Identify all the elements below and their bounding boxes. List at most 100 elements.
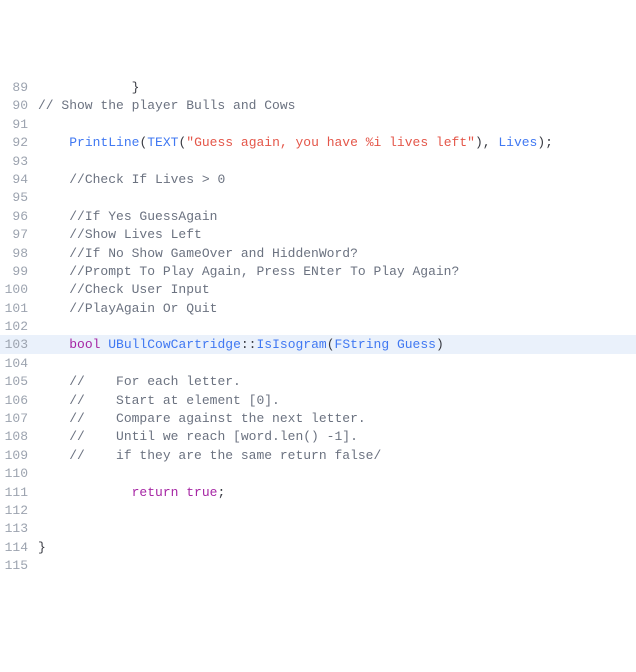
line-number: 111: [0, 483, 38, 503]
line-number: 105: [0, 372, 38, 392]
code-content[interactable]: bool UBullCowCartridge::IsIsogram(FStrin…: [38, 335, 636, 355]
code-content[interactable]: return true;: [38, 483, 636, 503]
token: );: [537, 135, 553, 150]
code-content[interactable]: // Until we reach [word.len() -1].: [38, 427, 636, 447]
line-number: 101: [0, 299, 38, 319]
line-number: 97: [0, 225, 38, 245]
token: ::: [241, 337, 257, 352]
token: //Check If Lives > 0: [69, 172, 225, 187]
code-content[interactable]: //Check If Lives > 0: [38, 170, 636, 190]
token: ;: [217, 485, 225, 500]
line-number: 99: [0, 262, 38, 282]
code-line[interactable]: 104: [0, 354, 636, 372]
code-content[interactable]: PrintLine(TEXT("Guess again, you have %i…: [38, 133, 636, 153]
line-number: 95: [0, 188, 38, 208]
code-line[interactable]: 95: [0, 188, 636, 206]
code-line[interactable]: 101 //PlayAgain Or Quit: [0, 299, 636, 317]
code-line[interactable]: 108 // Until we reach [word.len() -1].: [0, 427, 636, 445]
token: ): [436, 337, 444, 352]
code-line[interactable]: 105 // For each letter.: [0, 372, 636, 390]
token: (: [327, 337, 335, 352]
code-line[interactable]: 93: [0, 152, 636, 170]
line-number: 114: [0, 538, 38, 558]
code-line[interactable]: 97 //Show Lives Left: [0, 225, 636, 243]
code-content[interactable]: // if they are the same return false/: [38, 446, 636, 466]
code-line[interactable]: 92 PrintLine(TEXT("Guess again, you have…: [0, 133, 636, 151]
token: }: [132, 80, 140, 95]
line-number: 94: [0, 170, 38, 190]
token: // Until we reach [word.len() -1].: [69, 429, 358, 444]
line-number: 98: [0, 244, 38, 264]
code-line[interactable]: 113: [0, 519, 636, 537]
code-line[interactable]: 102: [0, 317, 636, 335]
token: //Show Lives Left: [69, 227, 202, 242]
token: //Check User Input: [69, 282, 209, 297]
token: //Prompt To Play Again, Press ENter To P…: [69, 264, 459, 279]
code-content[interactable]: //If Yes GuessAgain: [38, 207, 636, 227]
code-editor[interactable]: 89 }90// Show the player Bulls and Cows9…: [0, 78, 636, 575]
code-line[interactable]: 94 //Check If Lives > 0: [0, 170, 636, 188]
code-content[interactable]: }: [38, 78, 636, 98]
token: UBullCowCartridge: [108, 337, 241, 352]
line-number: 106: [0, 391, 38, 411]
token: // For each letter.: [69, 374, 241, 389]
token: PrintLine: [69, 135, 139, 150]
code-line[interactable]: 100 //Check User Input: [0, 280, 636, 298]
line-number: 93: [0, 152, 38, 172]
line-number: 110: [0, 464, 38, 484]
code-content[interactable]: //PlayAgain Or Quit: [38, 299, 636, 319]
token: true: [186, 485, 217, 500]
code-content[interactable]: //Prompt To Play Again, Press ENter To P…: [38, 262, 636, 282]
code-content[interactable]: // Compare against the next letter.: [38, 409, 636, 429]
code-content[interactable]: // Show the player Bulls and Cows: [38, 96, 636, 116]
code-content[interactable]: // Start at element [0].: [38, 391, 636, 411]
code-line[interactable]: 106 // Start at element [0].: [0, 391, 636, 409]
code-content[interactable]: //Show Lives Left: [38, 225, 636, 245]
line-number: 103: [0, 335, 38, 355]
code-line[interactable]: 99 //Prompt To Play Again, Press ENter T…: [0, 262, 636, 280]
token: }: [38, 540, 46, 555]
code-content[interactable]: // For each letter.: [38, 372, 636, 392]
token: bool: [69, 337, 100, 352]
token: [389, 337, 397, 352]
token: TEXT: [147, 135, 178, 150]
code-line[interactable]: 107 // Compare against the next letter.: [0, 409, 636, 427]
line-number: 96: [0, 207, 38, 227]
token: // Start at element [0].: [69, 393, 280, 408]
token: ),: [475, 135, 498, 150]
code-line[interactable]: 115: [0, 556, 636, 574]
token: "Guess again, you have %i lives left": [186, 135, 475, 150]
token: IsIsogram: [256, 337, 326, 352]
code-line[interactable]: 110: [0, 464, 636, 482]
line-number: 104: [0, 354, 38, 374]
code-line[interactable]: 91: [0, 115, 636, 133]
code-line[interactable]: 96 //If Yes GuessAgain: [0, 207, 636, 225]
code-line[interactable]: 112: [0, 501, 636, 519]
line-number: 89: [0, 78, 38, 98]
code-line[interactable]: 90// Show the player Bulls and Cows: [0, 96, 636, 114]
code-content[interactable]: //Check User Input: [38, 280, 636, 300]
code-line[interactable]: 109 // if they are the same return false…: [0, 446, 636, 464]
code-content[interactable]: //If No Show GameOver and HiddenWord?: [38, 244, 636, 264]
code-line[interactable]: 111 return true;: [0, 483, 636, 501]
line-number: 91: [0, 115, 38, 135]
token: return: [132, 485, 179, 500]
token: //If Yes GuessAgain: [69, 209, 217, 224]
line-number: 112: [0, 501, 38, 521]
token: Lives: [498, 135, 537, 150]
line-number: 102: [0, 317, 38, 337]
token: FString: [335, 337, 390, 352]
token: // Show the player Bulls and Cows: [38, 98, 295, 113]
code-content[interactable]: }: [38, 538, 636, 558]
token: Guess: [397, 337, 436, 352]
line-number: 100: [0, 280, 38, 300]
code-line[interactable]: 89 }: [0, 78, 636, 96]
code-line[interactable]: 98 //If No Show GameOver and HiddenWord?: [0, 244, 636, 262]
code-line[interactable]: 103 bool UBullCowCartridge::IsIsogram(FS…: [0, 335, 636, 353]
code-line[interactable]: 114}: [0, 538, 636, 556]
line-number: 108: [0, 427, 38, 447]
line-number: 92: [0, 133, 38, 153]
line-number: 107: [0, 409, 38, 429]
token: //If No Show GameOver and HiddenWord?: [69, 246, 358, 261]
line-number: 90: [0, 96, 38, 116]
